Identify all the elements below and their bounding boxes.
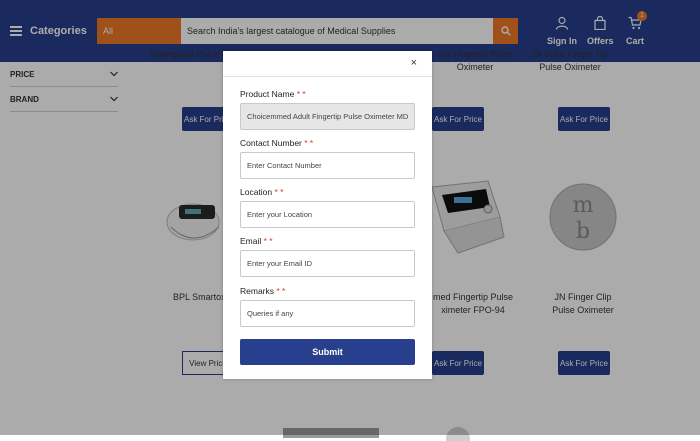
email-label: Email * * xyxy=(240,236,273,246)
location-field[interactable] xyxy=(240,201,415,228)
product-name-label: Product Name * * xyxy=(240,89,306,99)
product-name-field[interactable] xyxy=(240,103,415,130)
contact-number-field[interactable] xyxy=(240,152,415,179)
contact-number-label: Contact Number * * xyxy=(240,138,314,148)
email-field[interactable] xyxy=(240,250,415,277)
modal-divider xyxy=(223,76,432,77)
submit-button[interactable]: Submit xyxy=(240,339,415,365)
remarks-field[interactable] xyxy=(240,300,415,327)
location-label: Location * * xyxy=(240,187,284,197)
remarks-label: Remarks * * xyxy=(240,286,286,296)
ask-price-modal: × Product Name * * Contact Number * * Lo… xyxy=(223,51,432,379)
close-icon[interactable]: × xyxy=(411,57,417,69)
